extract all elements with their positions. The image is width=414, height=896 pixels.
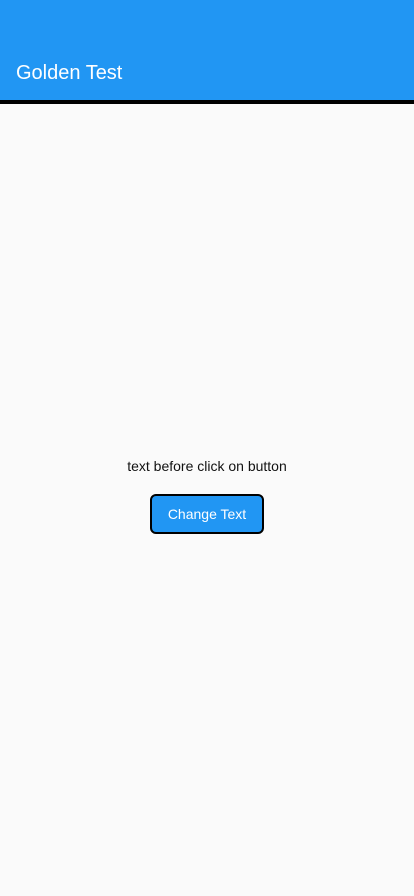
app-bar-title: Golden Test xyxy=(16,62,123,84)
app-screen: Golden Test text before click on button … xyxy=(0,0,414,896)
app-bar: Golden Test xyxy=(0,0,414,100)
change-text-button[interactable]: Change Text xyxy=(150,494,264,534)
body-content: text before click on button Change Text xyxy=(0,104,414,896)
status-text: text before click on button xyxy=(127,458,287,474)
